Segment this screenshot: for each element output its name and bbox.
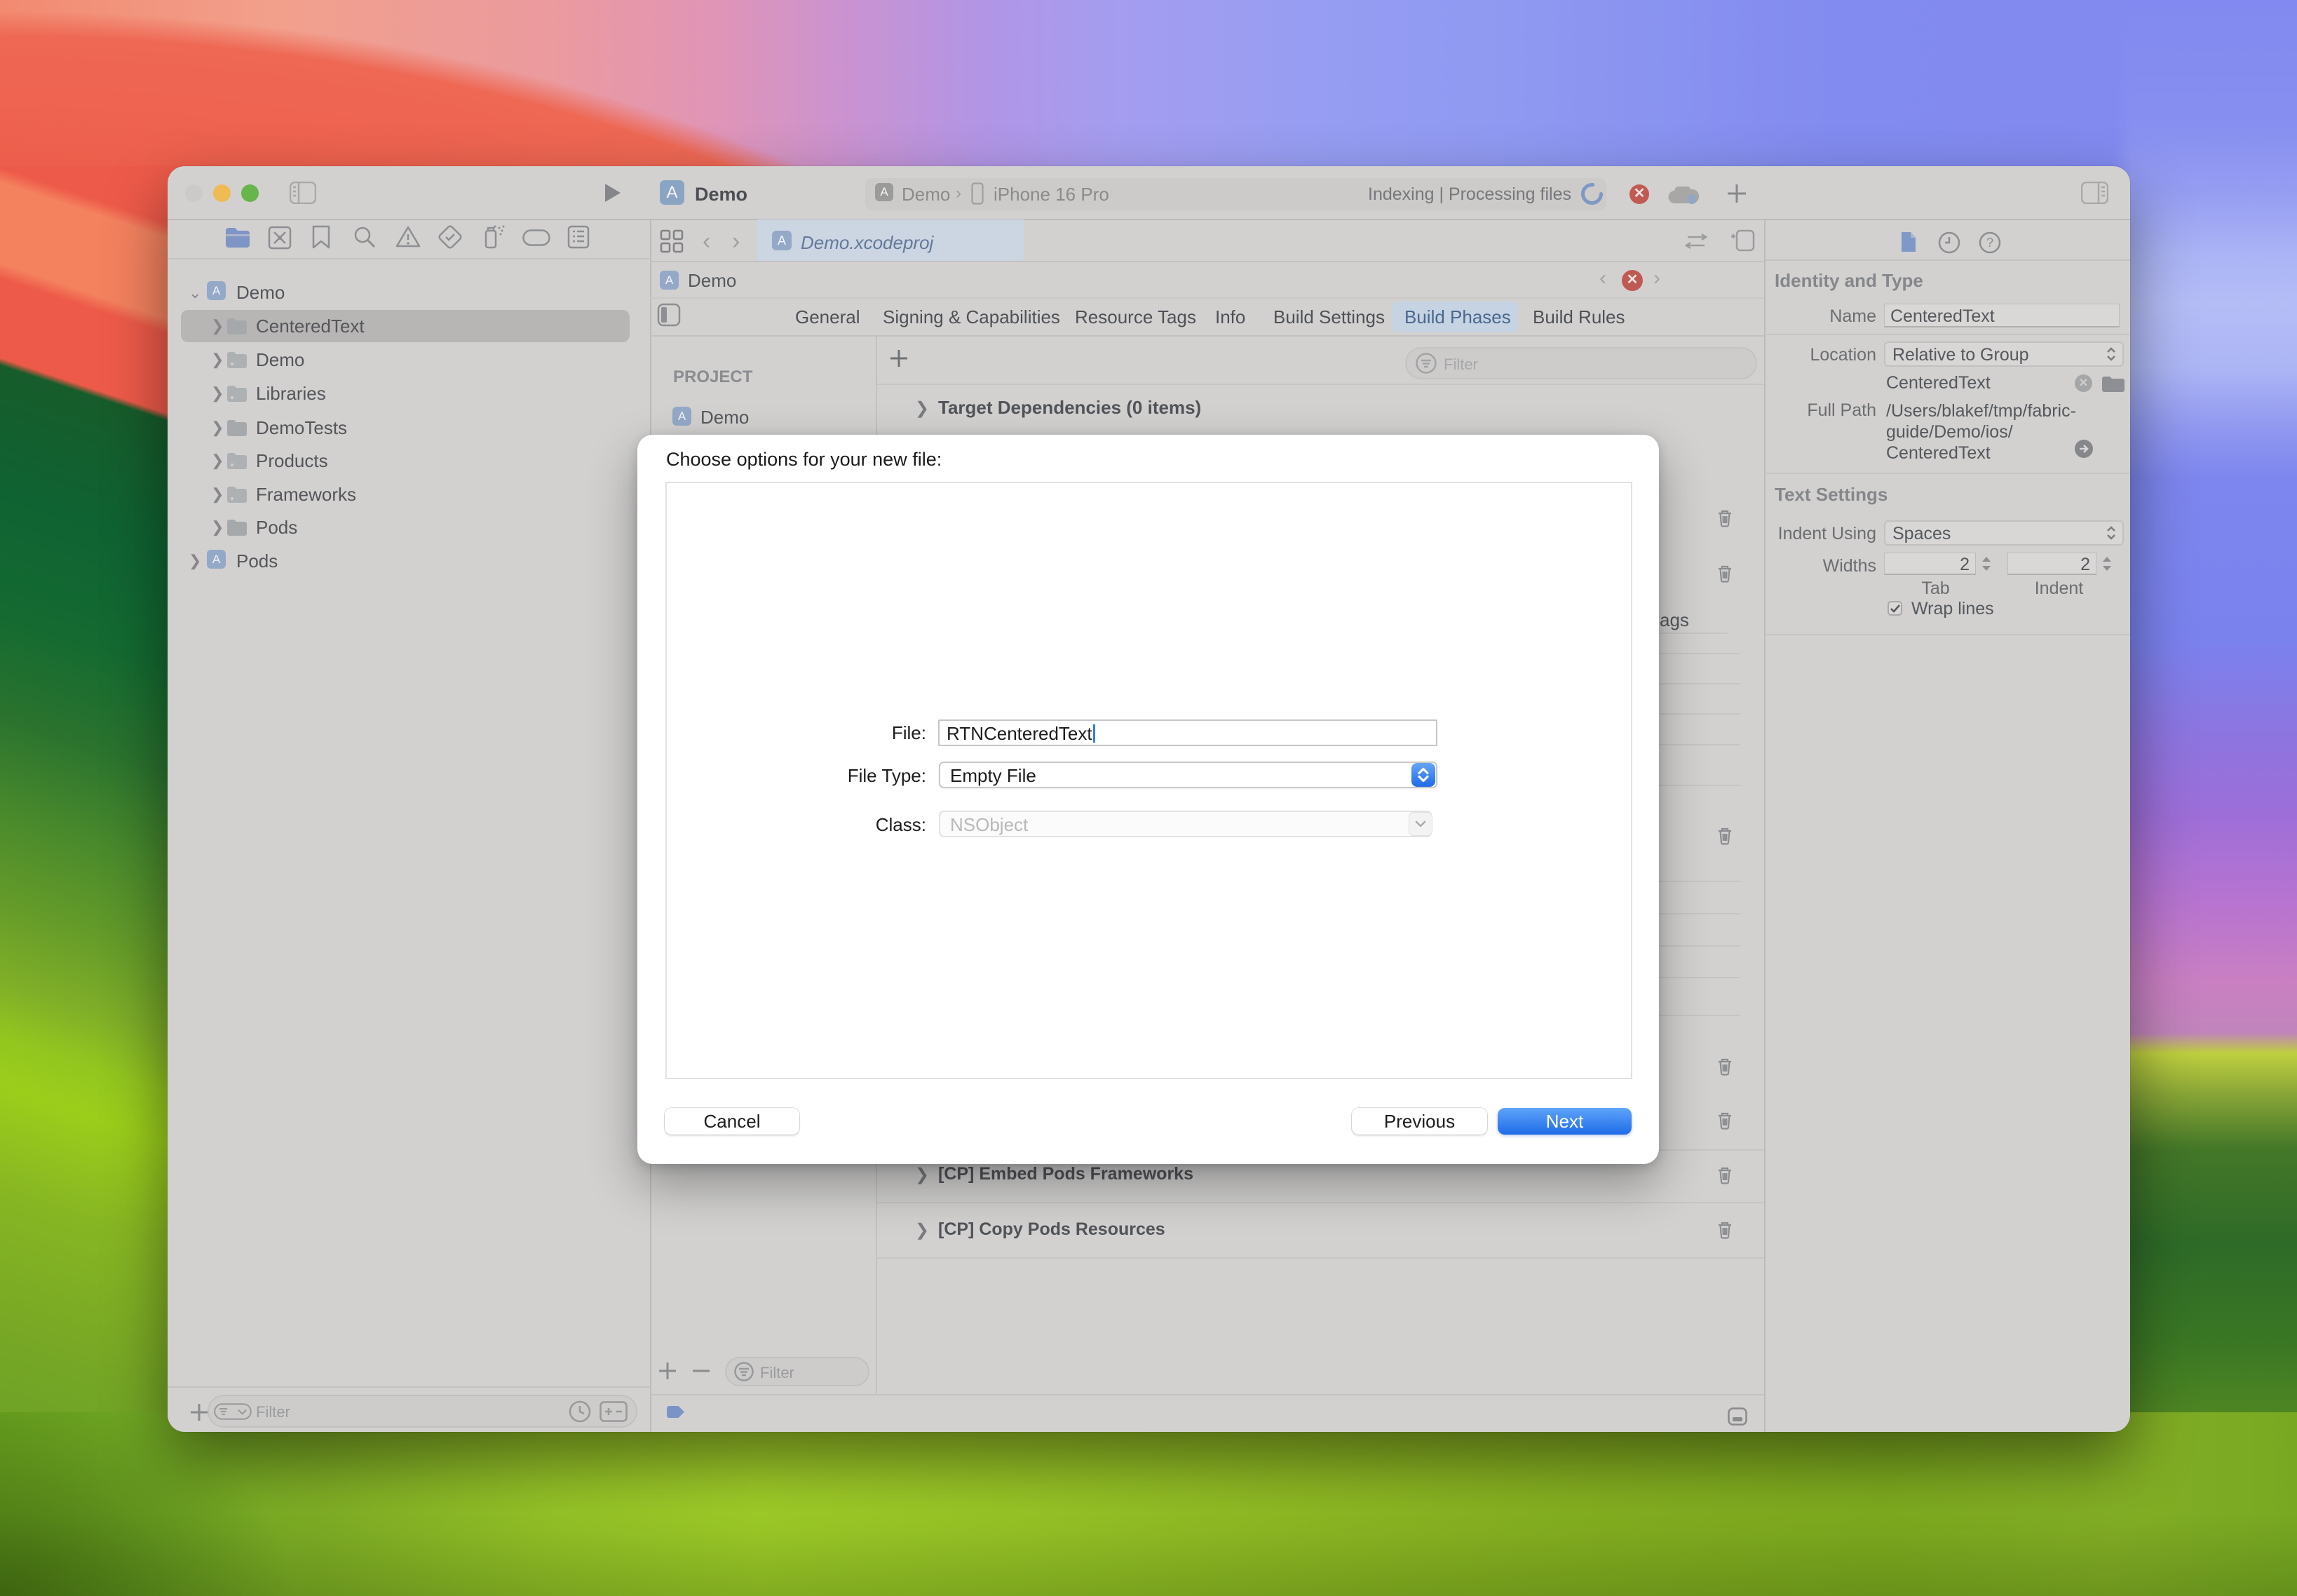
- svg-text:?: ?: [1986, 236, 1993, 250]
